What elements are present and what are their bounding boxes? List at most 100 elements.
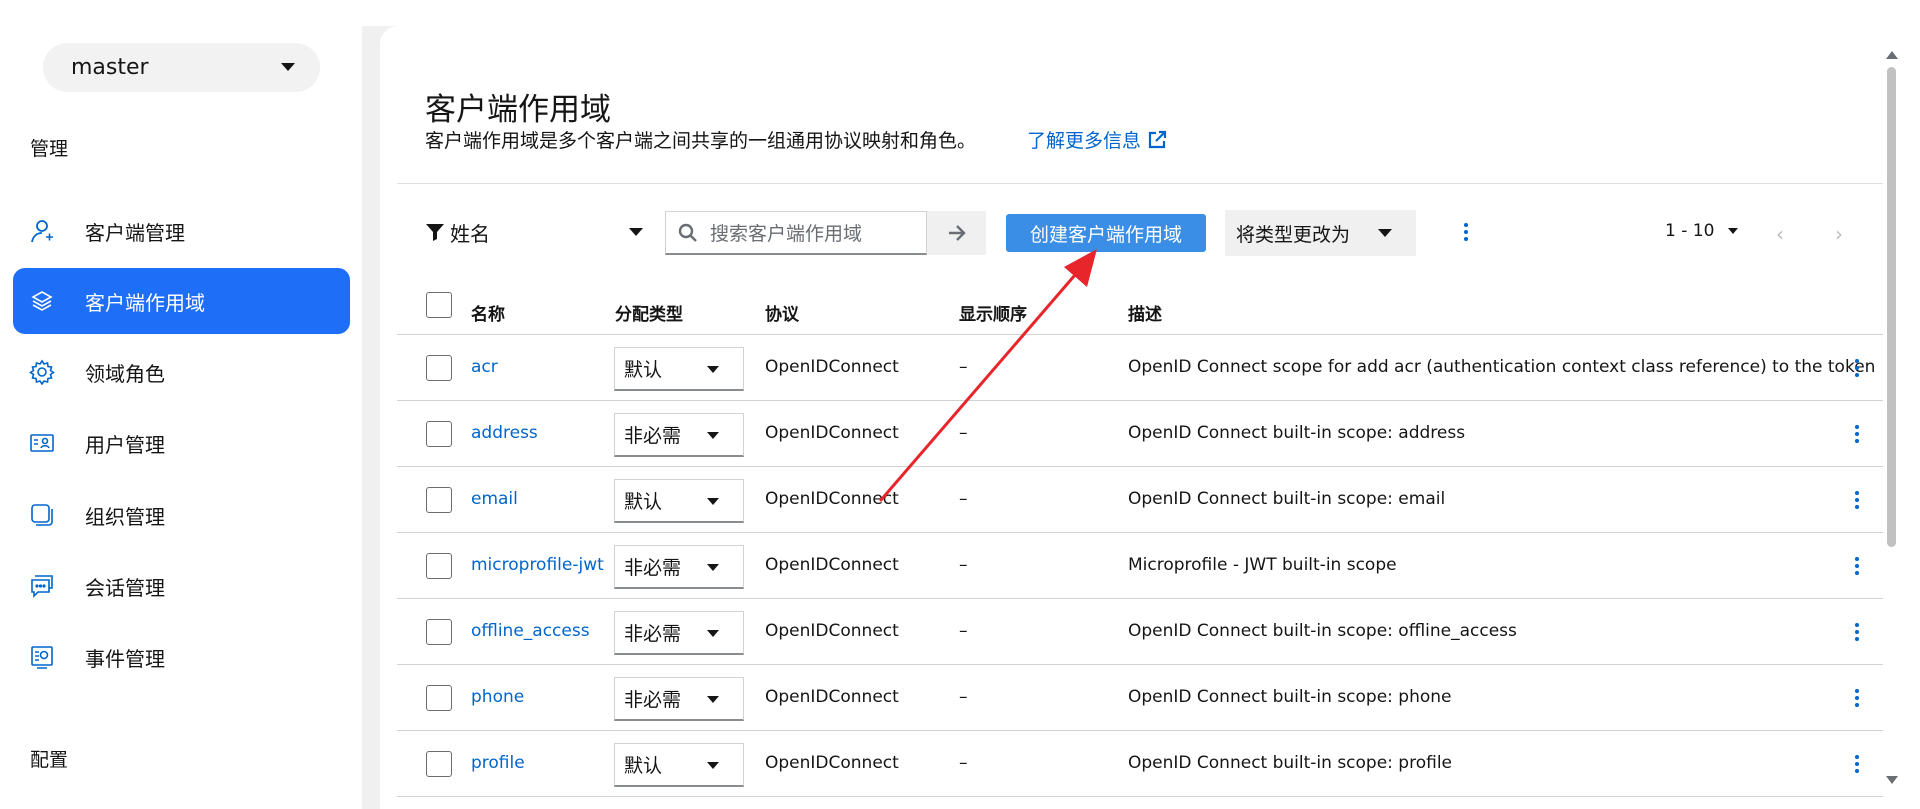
assign-type-select[interactable]: 默认 xyxy=(614,347,744,391)
assign-type-select[interactable]: 非必需 xyxy=(614,413,744,457)
row-checkbox[interactable] xyxy=(426,355,452,381)
scrollbar-thumb[interactable] xyxy=(1887,67,1896,547)
scroll-up-icon[interactable] xyxy=(1886,51,1898,59)
change-type-label: 将类型更改为 xyxy=(1236,223,1351,246)
sidebar-item-organizations[interactable]: 组织管理 xyxy=(13,482,350,548)
pagination-range: 1 - 10 xyxy=(1665,221,1715,241)
caret-down-icon xyxy=(707,696,719,703)
order-cell: – xyxy=(959,753,968,773)
realm-name: master xyxy=(71,55,149,80)
sidebar-item-clients[interactable]: 客户端管理 xyxy=(13,198,350,264)
arrow-right-icon xyxy=(948,225,966,241)
sidebar-item-users[interactable]: 用户管理 xyxy=(13,410,350,476)
section-label-manage: 管理 xyxy=(30,138,69,160)
assign-type-select[interactable]: 默认 xyxy=(614,743,744,787)
caret-down-icon xyxy=(281,63,295,71)
page-description: 客户端作用域是多个客户端之间共享的一组通用协议映射和角色。 xyxy=(425,130,977,152)
row-kebab-icon[interactable] xyxy=(1847,751,1867,777)
section-label-configure: 配置 xyxy=(30,749,69,771)
row-kebab-icon[interactable] xyxy=(1847,619,1867,645)
topbar xyxy=(362,0,1920,26)
assign-type-value: 非必需 xyxy=(624,689,682,711)
sidebar-item-sessions[interactable]: 会话管理 xyxy=(13,553,350,619)
sidebar: master 管理 客户端管理 客户端作用域 领域角色 用户管理 组织管理 会话… xyxy=(0,0,362,809)
row-kebab-icon[interactable] xyxy=(1847,553,1867,579)
scope-name-link[interactable]: profile xyxy=(471,753,525,773)
learn-more-label: 了解更多信息 xyxy=(1027,130,1142,152)
sidebar-item-label: 组织管理 xyxy=(85,504,165,529)
scope-name-link[interactable]: acr xyxy=(471,357,498,377)
caret-down-icon xyxy=(707,762,719,769)
filter-dropdown[interactable]: 姓名 xyxy=(425,218,643,246)
assign-type-select[interactable]: 非必需 xyxy=(614,677,744,721)
select-all-checkbox[interactable] xyxy=(426,292,452,318)
toolbar-kebab-icon[interactable] xyxy=(1456,219,1476,245)
client-scopes-table: 名称 分配类型 协议 显示顺序 描述 acr 默认 OpenIDConnect … xyxy=(397,283,1883,797)
caret-down-icon xyxy=(707,432,719,439)
assign-type-select[interactable]: 非必需 xyxy=(614,545,744,589)
scope-name-link[interactable]: phone xyxy=(471,687,524,707)
table-row: email 默认 OpenIDConnect – OpenID Connect … xyxy=(397,467,1883,533)
scope-name-link[interactable]: offline_access xyxy=(471,621,590,641)
description-cell: OpenID Connect built-in scope: email xyxy=(1128,489,1446,509)
filter-label: 姓名 xyxy=(450,221,490,246)
row-checkbox[interactable] xyxy=(426,487,452,513)
sidebar-item-label: 用户管理 xyxy=(85,432,165,457)
row-kebab-icon[interactable] xyxy=(1847,355,1867,381)
previous-page-icon[interactable]: ‹ xyxy=(1776,222,1784,246)
protocol-cell: OpenIDConnect xyxy=(765,687,899,707)
protocol-cell: OpenIDConnect xyxy=(765,621,899,641)
sidebar-item-label: 客户端管理 xyxy=(85,220,185,245)
search-icon xyxy=(678,223,697,242)
learn-more-link[interactable]: 了解更多信息 xyxy=(1027,126,1167,153)
row-kebab-icon[interactable] xyxy=(1847,685,1867,711)
row-checkbox[interactable] xyxy=(426,751,452,777)
row-kebab-icon[interactable] xyxy=(1847,487,1867,513)
assign-type-select[interactable]: 非必需 xyxy=(614,611,744,655)
row-checkbox[interactable] xyxy=(426,685,452,711)
sidebar-item-client-scopes[interactable]: 客户端作用域 xyxy=(13,268,350,334)
sidebar-item-events[interactable]: 事件管理 xyxy=(13,624,350,690)
assign-type-select[interactable]: 默认 xyxy=(614,479,744,523)
table-row: microprofile-jwt 非必需 OpenIDConnect – Mic… xyxy=(397,533,1883,599)
scroll-down-icon[interactable] xyxy=(1886,776,1898,784)
scope-name-link[interactable]: microprofile-jwt xyxy=(471,555,604,575)
order-cell: – xyxy=(959,423,968,443)
row-kebab-icon[interactable] xyxy=(1847,421,1867,447)
column-header-name[interactable]: 名称 xyxy=(471,300,505,325)
assign-type-value: 非必需 xyxy=(624,623,682,645)
next-page-icon[interactable]: › xyxy=(1835,222,1843,246)
change-type-dropdown[interactable]: 将类型更改为 xyxy=(1225,210,1416,256)
caret-down-icon xyxy=(707,630,719,637)
sidebar-item-label: 会话管理 xyxy=(85,575,165,600)
realm-select[interactable]: master xyxy=(43,43,320,92)
description-cell: OpenID Connect built-in scope: address xyxy=(1128,423,1466,443)
assign-type-value: 非必需 xyxy=(624,425,682,447)
table-row: phone 非必需 OpenIDConnect – OpenID Connect… xyxy=(397,665,1883,731)
description-cell: OpenID Connect built-in scope: offline_a… xyxy=(1128,621,1517,641)
row-checkbox[interactable] xyxy=(426,619,452,645)
search-submit-button[interactable] xyxy=(927,211,986,255)
protocol-cell: OpenIDConnect xyxy=(765,357,899,377)
order-cell: – xyxy=(959,489,968,509)
order-cell: – xyxy=(959,687,968,707)
create-client-scope-button[interactable]: 创建客户端作用域 xyxy=(1006,214,1206,252)
sidebar-item-realm-roles[interactable]: 领域角色 xyxy=(13,339,350,405)
table-row: address 非必需 OpenIDConnect – OpenID Conne… xyxy=(397,401,1883,467)
pagination-toggle[interactable]: 1 - 10 xyxy=(1665,221,1739,241)
scope-name-link[interactable]: email xyxy=(471,489,518,509)
description-cell: OpenID Connect built-in scope: profile xyxy=(1128,753,1453,773)
order-cell: – xyxy=(959,621,968,641)
gear-icon xyxy=(29,359,55,385)
external-link-icon xyxy=(1148,130,1167,148)
organization-icon xyxy=(29,502,55,528)
description-cell: OpenID Connect scope for add acr (authen… xyxy=(1128,357,1876,377)
search-input[interactable]: 搜索客户端作用域 xyxy=(665,211,927,255)
row-checkbox[interactable] xyxy=(426,553,452,579)
scope-name-link[interactable]: address xyxy=(471,423,538,443)
row-checkbox[interactable] xyxy=(426,421,452,447)
table-row: offline_access 非必需 OpenIDConnect – OpenI… xyxy=(397,599,1883,665)
search-placeholder: 搜索客户端作用域 xyxy=(710,223,863,245)
event-icon xyxy=(29,644,55,670)
user-icon xyxy=(29,218,55,244)
